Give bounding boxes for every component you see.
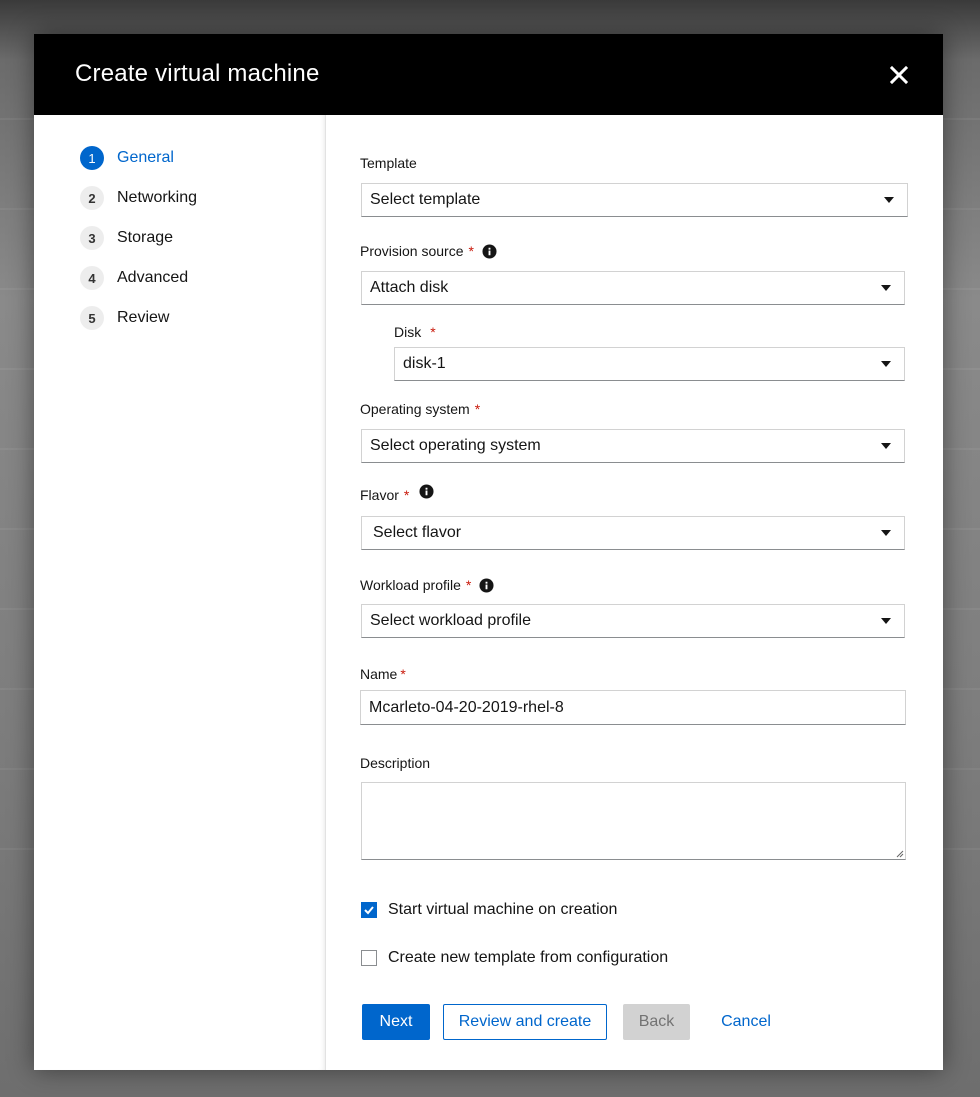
description-label: Description <box>360 755 430 771</box>
create-vm-modal: Create virtual machine 1 General 2 Netwo… <box>34 34 943 1070</box>
operating-system-label: Operating system * <box>360 401 480 417</box>
caret-down-icon <box>881 618 891 624</box>
template-label: Template <box>360 155 417 171</box>
start-on-creation-checkbox-row[interactable]: Start virtual machine on creation <box>361 901 617 919</box>
caret-down-icon <box>881 361 891 367</box>
create-template-label: Create new template from configuration <box>388 949 669 966</box>
next-button[interactable]: Next <box>362 1004 430 1040</box>
back-button[interactable]: Back <box>623 1004 690 1040</box>
info-circle-icon[interactable] <box>419 484 434 499</box>
operating-system-select[interactable]: Select operating system <box>361 429 905 463</box>
operating-system-value: Select operating system <box>370 437 541 454</box>
caret-down-icon <box>881 530 891 536</box>
flavor-label-text: Flavor <box>360 487 399 503</box>
description-textarea[interactable] <box>361 782 906 860</box>
template-label-text: Template <box>360 155 417 171</box>
check-icon <box>364 906 374 915</box>
description-label-text: Description <box>360 755 431 771</box>
workload-profile-value: Select workload profile <box>370 612 531 629</box>
provision-source-value: Attach disk <box>370 279 449 296</box>
template-value: Select template <box>370 191 481 208</box>
flavor-select[interactable]: Select flavor <box>361 516 905 550</box>
flavor-value: Select flavor <box>373 524 462 541</box>
disk-label: Disk * <box>394 324 436 340</box>
flavor-label: Flavor * <box>360 484 434 503</box>
required-marker: * <box>400 666 406 682</box>
caret-down-icon <box>881 285 891 291</box>
required-marker: * <box>474 401 481 417</box>
start-on-creation-label: Start virtual machine on creation <box>388 901 618 918</box>
caret-down-icon <box>881 443 891 449</box>
name-label: Name * <box>360 666 406 682</box>
provision-source-select[interactable]: Attach disk <box>361 271 905 305</box>
required-marker: * <box>430 324 436 340</box>
resize-grip-icon[interactable] <box>896 850 904 858</box>
start-on-creation-checkbox[interactable] <box>361 902 377 918</box>
name-label-text: Name <box>360 666 398 682</box>
name-input[interactable] <box>360 690 906 725</box>
review-and-create-button[interactable]: Review and create <box>443 1004 607 1040</box>
workload-profile-select[interactable]: Select workload profile <box>361 604 905 638</box>
disk-value: disk-1 <box>403 355 446 372</box>
disk-label-text: Disk <box>394 324 422 340</box>
operating-system-label-text: Operating system <box>360 401 470 417</box>
general-form: Template Select template Provision sourc… <box>34 34 943 1070</box>
template-select[interactable]: Select template <box>361 183 908 217</box>
cancel-button[interactable]: Cancel <box>710 1004 782 1040</box>
create-template-checkbox[interactable] <box>361 950 377 966</box>
workload-profile-label-text: Workload profile <box>360 577 461 593</box>
disk-select[interactable]: disk-1 <box>394 347 905 381</box>
info-circle-icon[interactable] <box>479 577 494 593</box>
provision-source-label: Provision source * <box>360 243 497 259</box>
required-marker: * <box>465 577 472 593</box>
required-marker: * <box>468 243 474 259</box>
provision-source-label-text: Provision source <box>360 243 464 259</box>
create-template-checkbox-row[interactable]: Create new template from configuration <box>361 949 668 967</box>
required-marker: * <box>403 487 410 503</box>
workload-profile-label: Workload profile * <box>360 577 494 593</box>
info-circle-icon[interactable] <box>482 243 497 259</box>
caret-down-icon <box>884 197 894 203</box>
